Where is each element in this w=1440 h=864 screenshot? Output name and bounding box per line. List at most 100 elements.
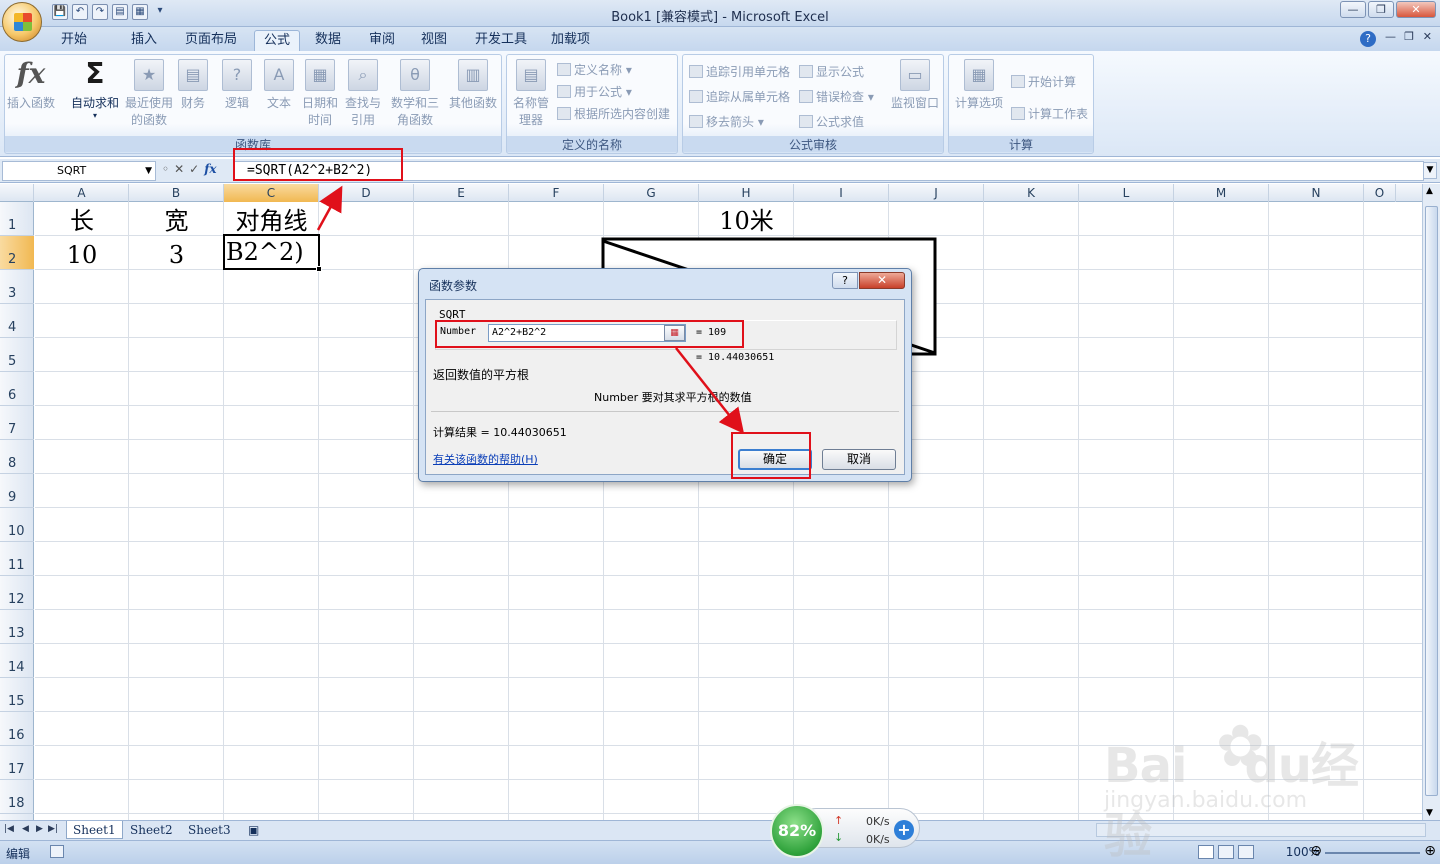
row-header-4[interactable]: 4 (0, 304, 34, 338)
cancel-button[interactable]: 取消 (822, 449, 896, 470)
cell-C1[interactable]: 对角线 (224, 204, 319, 238)
expand-formula-bar-icon[interactable]: ▼ (1423, 162, 1437, 179)
logical-button[interactable]: ? 逻辑 (213, 59, 261, 129)
watch-window-button[interactable]: ▭ 监视窗口 (887, 59, 943, 129)
ribbon-close-icon[interactable]: ✕ (1423, 30, 1432, 43)
chevron-down-icon[interactable]: ▼ (145, 162, 152, 180)
row-header-16[interactable]: 16 (0, 712, 34, 746)
column-header-j[interactable]: J (889, 184, 984, 202)
plus-icon[interactable]: + (894, 820, 914, 840)
column-header-f[interactable]: F (509, 184, 604, 202)
normal-view-icon[interactable] (1198, 845, 1214, 859)
row-header-1[interactable]: 1 (0, 202, 34, 236)
column-header-e[interactable]: E (414, 184, 509, 202)
cell-B2[interactable]: 3 (129, 238, 224, 272)
cell-B1[interactable]: 宽 (129, 204, 224, 238)
tab-view[interactable]: 视图 (412, 30, 456, 51)
row-header-18[interactable]: 18 (0, 780, 34, 814)
tab-home[interactable]: 开始 (52, 30, 96, 51)
office-button[interactable] (2, 2, 42, 42)
horizontal-scrollbar[interactable] (1096, 823, 1426, 837)
date-time-button[interactable]: ▦ 日期和时间 (299, 59, 341, 129)
sheet-tab-sheet2[interactable]: Sheet2 (124, 821, 179, 839)
recent-functions-button[interactable]: ★ 最近使用的函数 (123, 59, 175, 129)
select-all-corner[interactable] (0, 184, 34, 202)
calculate-sheet-button[interactable]: 计算工作表 (1011, 105, 1088, 122)
tab-page-layout[interactable]: 页面布局 (176, 30, 246, 51)
tab-developer[interactable]: 开发工具 (466, 30, 536, 51)
math-trig-button[interactable]: θ 数学和三角函数 (387, 59, 443, 129)
lookup-reference-button[interactable]: ⌕ 查找与引用 (341, 59, 385, 129)
calculate-now-button[interactable]: 开始计算 (1011, 73, 1076, 90)
name-manager-button[interactable]: ▤ 名称管理器 (509, 59, 553, 129)
function-help-link[interactable]: 有关该函数的帮助(H) (433, 451, 538, 467)
row-header-6[interactable]: 6 (0, 372, 34, 406)
column-header-n[interactable]: N (1269, 184, 1364, 202)
column-header-d[interactable]: D (319, 184, 414, 202)
row-header-10[interactable]: 10 (0, 508, 34, 542)
column-header-l[interactable]: L (1079, 184, 1174, 202)
autosum-button[interactable]: Σ 自动求和 ▾ (67, 59, 123, 129)
collapse-dialog-icon[interactable]: ▦ (664, 325, 685, 341)
trace-precedents-button[interactable]: 追踪引用单元格 (689, 63, 790, 80)
tab-formulas[interactable]: 公式 (254, 30, 301, 51)
zoom-slider[interactable] (1325, 852, 1420, 854)
zoom-out-icon[interactable]: ⊖ (1310, 843, 1322, 859)
financial-button[interactable]: ▤ 财务 (169, 59, 217, 129)
insert-function-icon[interactable]: fx (204, 162, 216, 176)
close-button[interactable]: ✕ (1396, 1, 1436, 18)
calculation-options-button[interactable]: ▦ 计算选项 (951, 59, 1007, 129)
minimize-button[interactable]: — (1340, 1, 1366, 18)
macro-record-icon[interactable] (50, 845, 64, 858)
formula-input[interactable]: =SQRT(A2^2+B2^2) (234, 161, 1424, 181)
dialog-close-button[interactable]: ✕ (859, 272, 905, 289)
row-header-15[interactable]: 15 (0, 678, 34, 712)
next-sheet-icon[interactable]: ▶ (36, 824, 43, 834)
row-header-14[interactable]: 14 (0, 644, 34, 678)
error-checking-button[interactable]: 错误检查 ▾ (799, 88, 874, 105)
column-header-c[interactable]: C (224, 184, 319, 202)
network-speed-widget[interactable]: 82% ↑ ↓ 0K/s 0K/s + (770, 804, 922, 858)
row-header-8[interactable]: 8 (0, 440, 34, 474)
scroll-down-icon[interactable]: ▼ (1426, 808, 1433, 818)
prev-sheet-icon[interactable]: ◀ (22, 824, 29, 834)
vertical-scrollbar[interactable]: ▲ ▼ (1422, 184, 1440, 820)
define-name-button[interactable]: 定义名称 ▾ (557, 61, 632, 78)
more-functions-button[interactable]: ▥ 其他函数 (445, 59, 501, 129)
cell-A2[interactable]: 10 (35, 238, 129, 272)
ok-button[interactable]: 确定 (738, 449, 812, 470)
ribbon-minimize-icon[interactable]: — (1385, 30, 1396, 43)
insert-function-button[interactable]: fx 插入函数 (5, 59, 57, 129)
column-header-a[interactable]: A (35, 184, 129, 202)
row-header-3[interactable]: 3 (0, 270, 34, 304)
row-header-5[interactable]: 5 (0, 338, 34, 372)
row-header-13[interactable]: 13 (0, 610, 34, 644)
column-header-o[interactable]: O (1364, 184, 1396, 202)
trace-dependents-button[interactable]: 追踪从属单元格 (689, 88, 790, 105)
create-from-selection-button[interactable]: 根据所选内容创建 (557, 105, 670, 122)
text-button[interactable]: A 文本 (255, 59, 303, 129)
show-formulas-button[interactable]: 显示公式 (799, 63, 864, 80)
ribbon-restore-icon[interactable]: ❐ (1404, 30, 1414, 43)
name-box[interactable]: SQRT ▼ (2, 161, 156, 181)
scroll-up-icon[interactable]: ▲ (1426, 186, 1433, 196)
use-in-formula-button[interactable]: 用于公式 ▾ (557, 83, 632, 100)
sheet-tab-sheet3[interactable]: Sheet3 (182, 821, 237, 839)
row-header-11[interactable]: 11 (0, 542, 34, 576)
row-header-2[interactable]: 2 (0, 236, 34, 270)
row-header-9[interactable]: 9 (0, 474, 34, 508)
column-header-k[interactable]: K (984, 184, 1079, 202)
confirm-entry-icon[interactable]: ✓ (189, 162, 199, 176)
last-sheet-icon[interactable]: ▶| (48, 824, 58, 834)
page-layout-view-icon[interactable] (1218, 845, 1234, 859)
column-header-h[interactable]: H (699, 184, 794, 202)
active-cell-C2[interactable]: B2^2) (223, 234, 322, 272)
scroll-thumb[interactable] (1425, 206, 1438, 796)
fill-handle[interactable] (316, 266, 322, 272)
evaluate-formula-button[interactable]: 公式求值 (799, 113, 864, 130)
zoom-in-icon[interactable]: ⊕ (1424, 843, 1436, 859)
row-header-7[interactable]: 7 (0, 406, 34, 440)
page-break-view-icon[interactable] (1238, 845, 1254, 859)
tab-review[interactable]: 审阅 (360, 30, 404, 51)
column-header-b[interactable]: B (129, 184, 224, 202)
